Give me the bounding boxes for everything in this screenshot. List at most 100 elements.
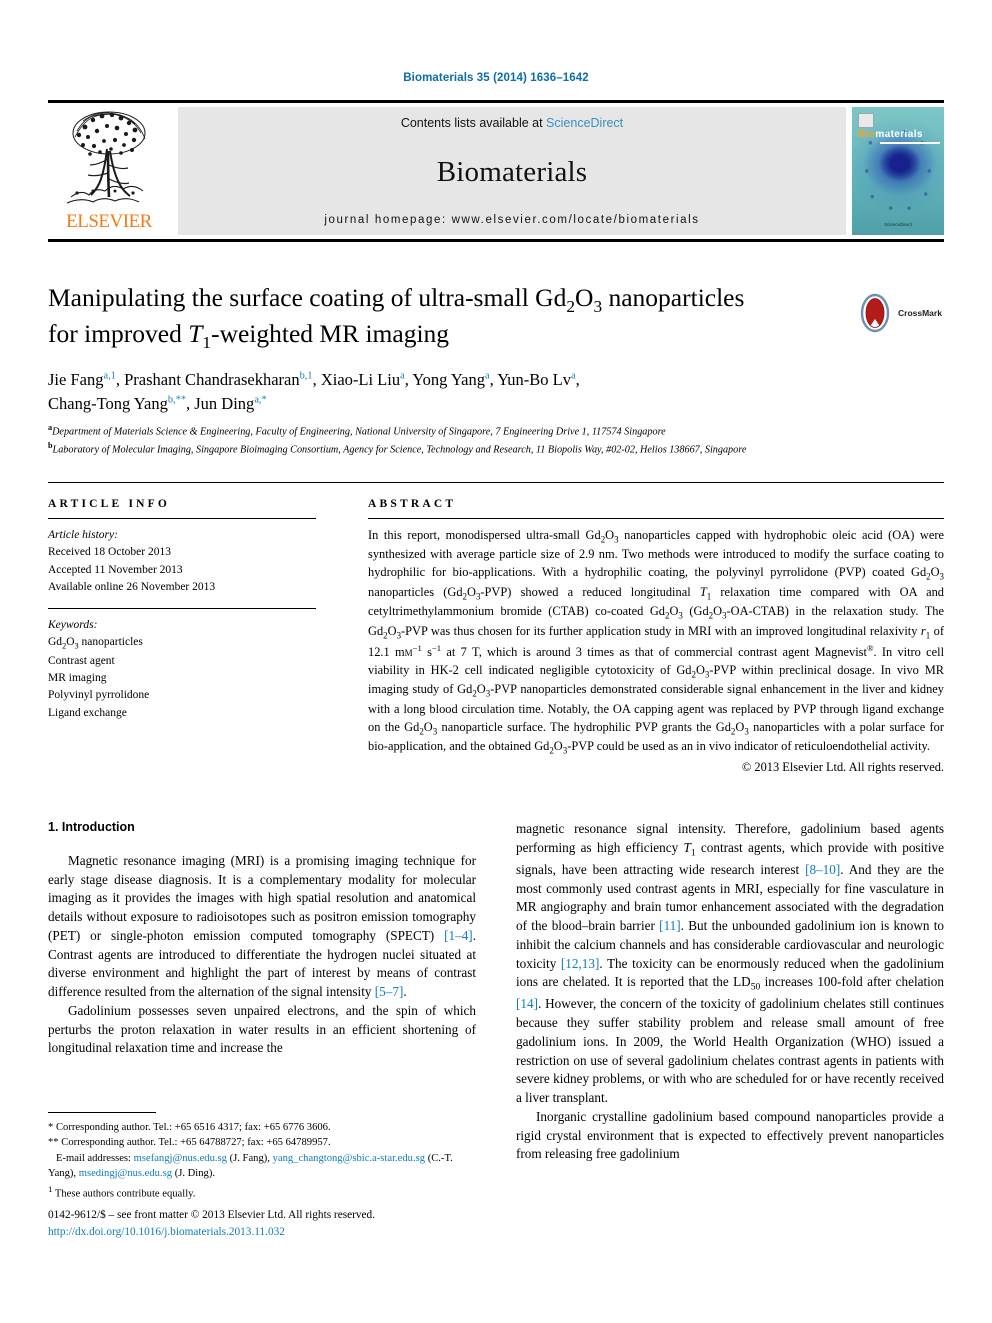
article-history-group: Article history: Received 18 October 201… (48, 527, 316, 596)
cover-title-bio: Bio (858, 129, 876, 140)
article-info-column: ARTICLE INFO Article history: Received 1… (48, 498, 316, 775)
affiliation-a: aDepartment of Materials Science & Engin… (48, 422, 908, 440)
paragraph-intro-2: Gadolinium possesses seven unpaired elec… (48, 1002, 476, 1056)
title-sub-2: 2 (566, 297, 576, 317)
keywords-group: Keywords: Gd2O3 nanoparticles Contrast a… (48, 617, 316, 722)
footnote-corr-2-text: Corresponding author. Tel.: +65 64788727… (61, 1137, 331, 1149)
title-part-1: Manipulating the surface coating of ultr… (48, 283, 567, 312)
author-1-affil: a,1 (103, 370, 116, 382)
journal-title: Biomaterials (436, 155, 588, 188)
abstract-heading: ABSTRACT (368, 498, 457, 510)
email-link-3[interactable]: msedingj@nus.edu.sg (79, 1168, 172, 1179)
keyword-5: Ligand exchange (48, 706, 127, 719)
article-info-rule (48, 518, 316, 519)
footnote-emails: E-mail addresses: msefangj@nus.edu.sg (J… (48, 1152, 453, 1180)
affiliation-b: bLaboratory of Molecular Imaging, Singap… (48, 440, 908, 458)
paragraph-intro-3: magnetic resonance signal intensity. The… (516, 821, 944, 1106)
footnote-marker-2: ** (48, 1137, 59, 1149)
footnote-block: * Corresponding author. Tel.: +65 6516 4… (48, 1112, 476, 1202)
email-link-2[interactable]: yang_changtong@sbic.a-star.edu.sg (273, 1153, 425, 1164)
cover-title-materials: materials (875, 129, 923, 140)
citation-11[interactable]: [11] (659, 918, 680, 933)
title-part-2: nanoparticles (602, 283, 745, 312)
footnote-corresponding-1: * Corresponding author. Tel.: +65 6516 4… (48, 1120, 476, 1135)
crossmark-label: CrossMark (898, 308, 942, 318)
crossmark-icon (860, 293, 890, 333)
title-italic-T: T (188, 319, 203, 349)
footnote-equal-text: These authors contribute equally. (54, 1188, 196, 1200)
author-7: Jun Dinga,* (194, 393, 267, 413)
footnote-equal-contribution: 1 These authors contribute equally. (48, 1183, 476, 1202)
citation-12-13[interactable]: [12,13] (561, 956, 599, 971)
affiliation-b-text: Laboratory of Molecular Imaging, Singapo… (52, 444, 747, 456)
section-title-introduction: 1. Introduction (48, 820, 135, 834)
history-accepted: Accepted 11 November 2013 (48, 563, 183, 576)
keyword-1: Gd2O3 nanoparticles (48, 636, 143, 651)
abstract-rule (368, 518, 944, 519)
affiliation-list: aDepartment of Materials Science & Engin… (48, 422, 908, 458)
history-received: Received 18 October 2013 (48, 546, 171, 559)
affiliation-a-text: Department of Materials Science & Engine… (52, 426, 666, 438)
cover-footer-text: ScienceDirect (884, 222, 912, 227)
author-2: Prashant Chandrasekharanb,1 (124, 370, 313, 389)
author-5: Yun-Bo Lva (497, 370, 576, 389)
email-link-1[interactable]: msefangj@nus.edu.sg (134, 1153, 227, 1164)
abstract-column: ABSTRACT In this report, monodispersed u… (368, 498, 944, 775)
paragraph-intro-1: Magnetic resonance imaging (MRI) is a pr… (48, 853, 476, 1000)
doi-link[interactable]: http://dx.doi.org/10.1016/j.biomaterials… (48, 1224, 508, 1241)
contents-prefix: Contents lists available at (400, 116, 547, 130)
keywords-rule (48, 608, 316, 609)
crossmark-badge[interactable]: CrossMark (855, 288, 951, 338)
email-owner-1: (J. Fang) (229, 1152, 268, 1164)
footnote-corr-1-text: Corresponding author. Tel.: +65 6516 431… (55, 1122, 331, 1133)
elsevier-tree-icon (66, 111, 146, 204)
history-online: Available online 26 November 2013 (48, 580, 216, 593)
abstract-copyright: © 2013 Elsevier Ltd. All rights reserved… (741, 759, 944, 774)
citation-1-4[interactable]: [1–4] (444, 928, 473, 943)
author-3: Xiao-Li Liua (320, 370, 405, 389)
imprint-block: 0142-9612/$ – see front matter © 2013 El… (48, 1207, 508, 1241)
email-owner-3: (J. Ding) (174, 1168, 213, 1180)
cover-badge-icon (858, 113, 874, 128)
email-addresses-label: E-mail addresses: (55, 1152, 131, 1164)
cover-rule (880, 142, 940, 144)
journal-cover-thumbnail: Biomaterials ScienceDirect (852, 107, 944, 235)
sciencedirect-link[interactable]: ScienceDirect (546, 116, 623, 130)
title-part-o: O (575, 283, 594, 312)
article-info-heading: ARTICLE INFO (48, 498, 171, 510)
page-title: Manipulating the surface coating of ultr… (48, 282, 848, 355)
issn-line: 0142-9612/$ – see front matter © 2013 El… (48, 1209, 376, 1221)
elsevier-wordmark: ELSEVIER (66, 211, 152, 232)
footnote-rule (48, 1112, 156, 1113)
footnote-marker-1: * (48, 1122, 54, 1133)
info-abstract-panel: ARTICLE INFO Article history: Received 1… (48, 498, 944, 775)
title-part-4: -weighted MR imaging (211, 319, 450, 349)
title-block: Manipulating the surface coating of ultr… (48, 282, 848, 355)
article-history-label: Article history: (48, 529, 118, 541)
citation-5-7[interactable]: [5–7] (375, 984, 404, 999)
citation-8-10[interactable]: [8–10] (805, 862, 840, 877)
author-7-affil: a,* (254, 394, 267, 406)
author-2-affil: b,1 (299, 370, 313, 382)
running-head: Biomaterials 35 (2014) 1636–1642 (403, 72, 589, 84)
journal-masthead: ELSEVIER Contents lists available at Sci… (48, 100, 944, 242)
paper-page: Biomaterials 35 (2014) 1636–1642 ELSEVIE… (0, 0, 992, 1323)
keywords-label: Keywords: (48, 619, 98, 631)
masthead-center: Contents lists available at ScienceDirec… (178, 107, 846, 235)
author-list: Jie Fanga,1, Prashant Chandrasekharanb,1… (48, 370, 580, 413)
citation-14[interactable]: [14] (516, 996, 538, 1011)
author-3-affil: a (400, 370, 405, 382)
footnote-marker-3: 1 (48, 1184, 53, 1195)
cover-journal-title: Biomaterials (858, 129, 923, 140)
journal-homepage[interactable]: journal homepage: www.elsevier.com/locat… (324, 214, 699, 226)
title-sub-3: 3 (593, 297, 603, 317)
author-6-affil: b,** (167, 394, 187, 406)
title-part-3: for improved (48, 319, 189, 349)
author-4-affil: a (484, 370, 490, 382)
panel-divider (48, 482, 944, 483)
author-5-affil: a (571, 370, 576, 382)
abstract-text: In this report, monodispersed ultra-smal… (368, 528, 945, 756)
title-sub-1: 1 (202, 333, 212, 353)
author-6: Chang-Tong Yangb,** (48, 393, 187, 413)
keyword-2: Contrast agent (48, 654, 115, 667)
